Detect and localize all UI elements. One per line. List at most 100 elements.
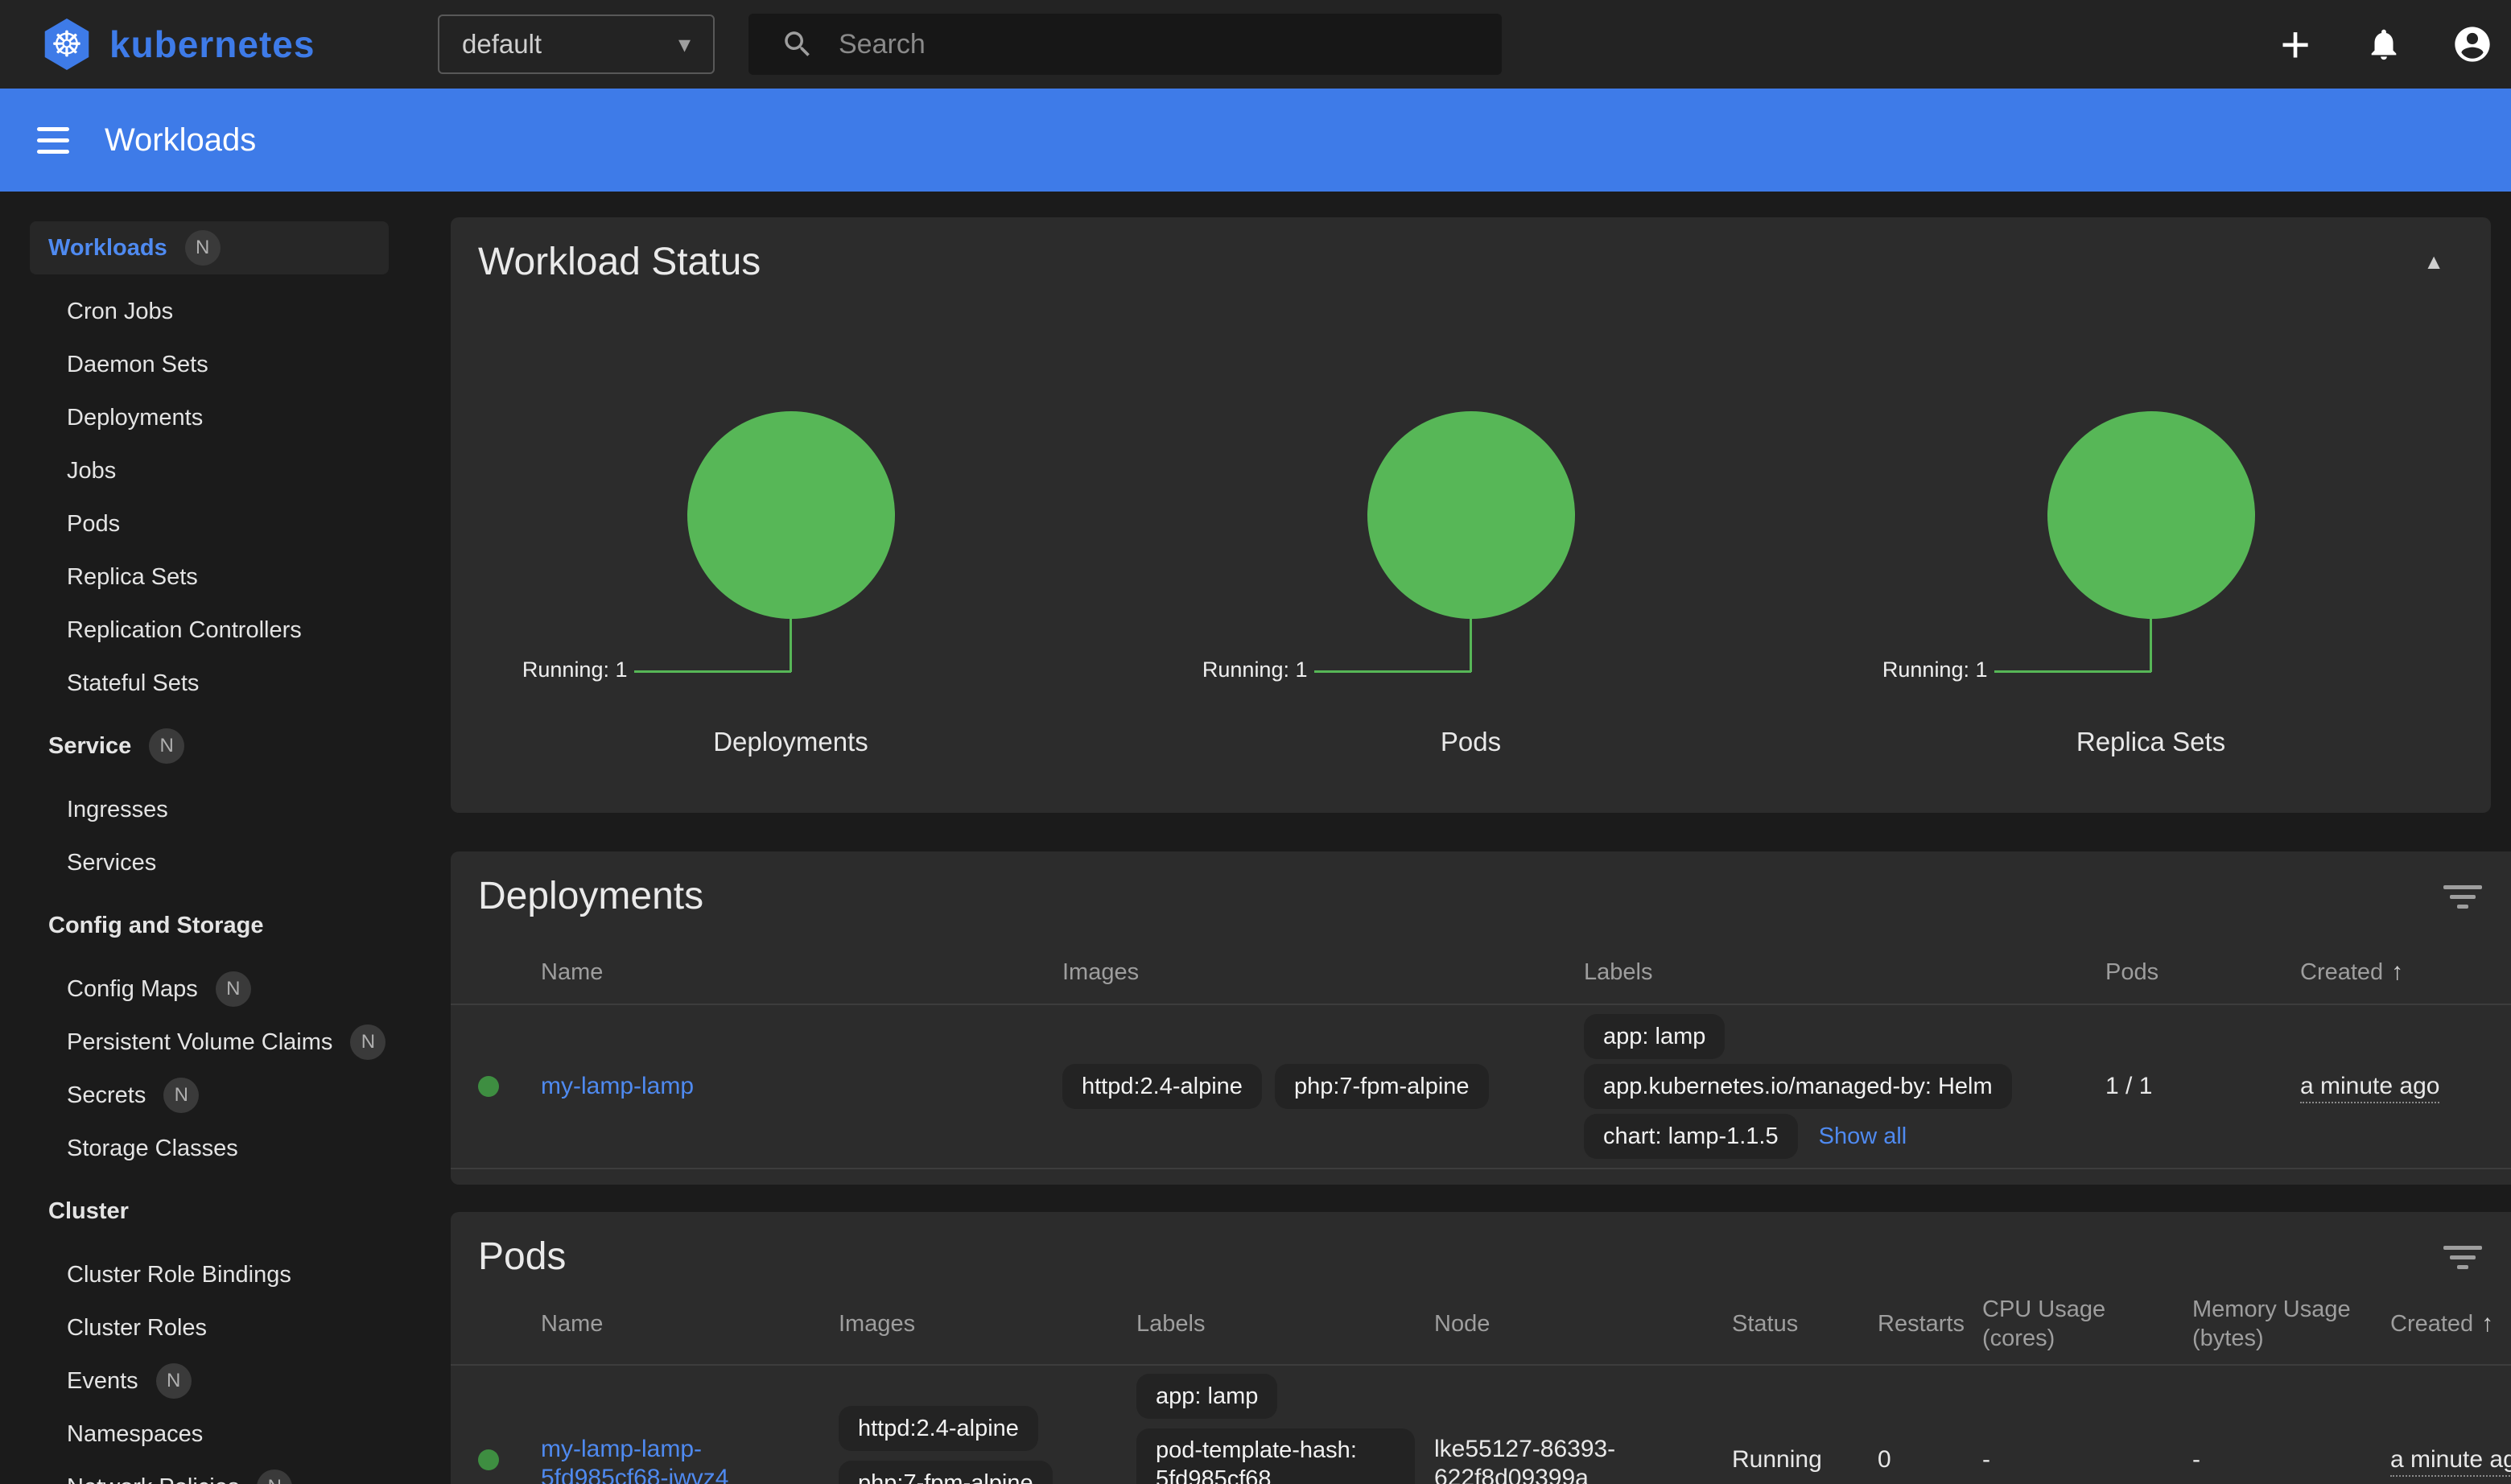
workload-status-title: Workload Status bbox=[451, 217, 2491, 284]
sidebar-item-cluster-roles[interactable]: Cluster Roles bbox=[30, 1301, 389, 1354]
chevron-down-icon: ▾ bbox=[678, 31, 691, 59]
image-chip: httpd:2.4-alpine bbox=[1062, 1064, 1262, 1109]
sidebar-item-secrets[interactable]: SecretsN bbox=[30, 1069, 389, 1122]
account-avatar-icon[interactable] bbox=[2451, 23, 2493, 65]
pie-annotation: Running: 1 bbox=[1202, 657, 1308, 682]
column-header-memory[interactable]: Memory Usage (bytes) bbox=[2192, 1295, 2390, 1353]
pod-status: Running bbox=[1732, 1366, 1878, 1474]
image-chip: httpd:2.4-alpine bbox=[839, 1406, 1038, 1451]
sidebar-item-services[interactable]: Services bbox=[30, 836, 389, 889]
search-icon bbox=[781, 27, 814, 61]
deployments-card: Deployments Name Images Labels Pods Crea… bbox=[451, 851, 2511, 1185]
menu-icon[interactable] bbox=[37, 127, 69, 154]
sidebar-item-network-policies[interactable]: Network PoliciesN bbox=[30, 1461, 389, 1484]
filter-icon[interactable] bbox=[2443, 1246, 2482, 1269]
search-bar bbox=[748, 14, 1502, 75]
sort-ascending-icon: ↑ bbox=[2391, 958, 2403, 985]
new-badge: N bbox=[185, 230, 221, 266]
sidebar-item-stateful-sets[interactable]: Stateful Sets bbox=[30, 657, 389, 710]
sidebar-item-pods[interactable]: Pods bbox=[30, 497, 389, 550]
column-header-name[interactable]: Name bbox=[541, 958, 1062, 987]
column-header-created[interactable]: Created↑ bbox=[2390, 1309, 2511, 1338]
sidebar-item-ingresses[interactable]: Ingresses bbox=[30, 783, 389, 836]
pie-annotation: Running: 1 bbox=[1882, 657, 1988, 682]
sidebar-item-jobs[interactable]: Jobs bbox=[30, 444, 389, 497]
brand[interactable]: ☸ kubernetes bbox=[42, 0, 315, 89]
pie-chart-title: Pods bbox=[1131, 727, 1811, 757]
search-input[interactable] bbox=[839, 29, 1502, 60]
pods-card: Pods Name Images Labels Node Status Rest… bbox=[451, 1212, 2511, 1484]
sidebar-item-cron-jobs[interactable]: Cron Jobs bbox=[30, 285, 389, 338]
collapse-card-icon[interactable]: ▲ bbox=[2423, 249, 2444, 274]
pie-chart-pods: Running: 1 Pods bbox=[1131, 411, 1811, 773]
namespace-selector[interactable]: default ▾ bbox=[438, 14, 715, 74]
column-header-pods[interactable]: Pods bbox=[2105, 958, 2300, 987]
show-all-link[interactable]: Show all bbox=[1819, 1123, 1907, 1150]
workload-status-charts: Running: 1 Deployments Running: 1 Pods R… bbox=[451, 411, 2491, 773]
sidebar-nav: WorkloadsN Cron Jobs Daemon Sets Deploym… bbox=[0, 192, 427, 1484]
new-badge: N bbox=[156, 1363, 192, 1399]
sidebar-item-persistent-volume-claims[interactable]: Persistent Volume ClaimsN bbox=[30, 1016, 389, 1069]
pod-name-link[interactable]: my-lamp-lamp-5fd985cf68-jwvz4 bbox=[541, 1436, 728, 1484]
column-header-status[interactable]: Status bbox=[1732, 1309, 1878, 1338]
new-badge: N bbox=[163, 1078, 199, 1113]
pie-chart-deployments: Running: 1 Deployments bbox=[451, 411, 1131, 773]
label-chip: app.kubernetes.io/managed-by: Helm bbox=[1584, 1064, 2012, 1109]
sidebar-item-service[interactable]: ServiceN bbox=[30, 719, 389, 773]
deployment-name-link[interactable]: my-lamp-lamp bbox=[541, 1073, 694, 1099]
column-header-cpu[interactable]: CPU Usage (cores) bbox=[1982, 1295, 2192, 1353]
sidebar-item-replication-controllers[interactable]: Replication Controllers bbox=[30, 604, 389, 657]
sidebar-item-workloads[interactable]: WorkloadsN bbox=[30, 221, 389, 274]
workload-status-card: Workload Status ▲ Running: 1 Deployments… bbox=[451, 217, 2491, 813]
pod-memory-usage: - bbox=[2192, 1366, 2390, 1474]
sidebar-item-cluster-role-bindings[interactable]: Cluster Role Bindings bbox=[30, 1248, 389, 1301]
node-name: lke55127-86393-622f8d09399a bbox=[1434, 1366, 1732, 1484]
sidebar-item-config-and-storage[interactable]: Config and Storage bbox=[30, 899, 389, 952]
created-ago: a minute ago bbox=[2300, 1073, 2439, 1103]
new-badge: N bbox=[257, 1470, 292, 1484]
status-ok-icon bbox=[478, 1449, 499, 1470]
new-badge: N bbox=[149, 728, 184, 764]
label-chip: app: lamp bbox=[1136, 1374, 1277, 1419]
status-ok-icon bbox=[478, 1076, 499, 1097]
sidebar-item-cluster[interactable]: Cluster bbox=[30, 1185, 389, 1238]
new-badge: N bbox=[216, 971, 251, 1007]
column-header-images[interactable]: Images bbox=[839, 1309, 1136, 1338]
pie-annotation: Running: 1 bbox=[522, 657, 628, 682]
deployments-table-header: Name Images Labels Pods Created↑ bbox=[451, 941, 2511, 1005]
column-header-created[interactable]: Created↑ bbox=[2300, 958, 2511, 987]
label-chip: chart: lamp-1.1.5 bbox=[1584, 1114, 1798, 1159]
topbar-actions: + bbox=[2274, 0, 2493, 89]
column-header-labels[interactable]: Labels bbox=[1584, 958, 2105, 987]
image-chip: php:7-fpm-alpine bbox=[839, 1461, 1053, 1484]
pie-slice-running bbox=[687, 411, 895, 619]
sidebar-item-events[interactable]: EventsN bbox=[30, 1354, 389, 1408]
page-title: Workloads bbox=[105, 122, 256, 159]
add-resource-icon[interactable]: + bbox=[2274, 19, 2316, 70]
filter-icon[interactable] bbox=[2443, 885, 2482, 909]
label-chip: app: lamp bbox=[1584, 1014, 1725, 1059]
pie-chart-replica-sets: Running: 1 Replica Sets bbox=[1811, 411, 2491, 773]
sidebar-item-deployments[interactable]: Deployments bbox=[30, 391, 389, 444]
column-header-node[interactable]: Node bbox=[1434, 1309, 1732, 1338]
pods-title: Pods bbox=[451, 1212, 2511, 1279]
column-header-name[interactable]: Name bbox=[541, 1309, 839, 1338]
sidebar-item-namespaces[interactable]: Namespaces bbox=[30, 1408, 389, 1461]
pods-count: 1 / 1 bbox=[2105, 1073, 2300, 1100]
pods-table-header: Name Images Labels Node Status Restarts … bbox=[451, 1284, 2511, 1366]
page-header-bar: Workloads bbox=[0, 89, 2511, 192]
sidebar-item-config-maps[interactable]: Config MapsN bbox=[30, 963, 389, 1016]
namespace-value: default bbox=[462, 29, 678, 60]
kubernetes-logo-icon: ☸ bbox=[42, 19, 92, 70]
column-header-labels[interactable]: Labels bbox=[1136, 1309, 1434, 1338]
column-header-images[interactable]: Images bbox=[1062, 958, 1584, 987]
column-header-restarts[interactable]: Restarts bbox=[1878, 1309, 1982, 1338]
sidebar-item-replica-sets[interactable]: Replica Sets bbox=[30, 550, 389, 604]
sidebar-item-daemon-sets[interactable]: Daemon Sets bbox=[30, 338, 389, 391]
notifications-bell-icon[interactable] bbox=[2363, 23, 2405, 65]
sidebar-item-storage-classes[interactable]: Storage Classes bbox=[30, 1122, 389, 1175]
pie-chart-title: Deployments bbox=[451, 727, 1131, 757]
pod-table-row: my-lamp-lamp-5fd985cf68-jwvz4 httpd:2.4-… bbox=[451, 1366, 2511, 1484]
pod-cpu-usage: - bbox=[1982, 1366, 2192, 1474]
pie-slice-running bbox=[2047, 411, 2255, 619]
